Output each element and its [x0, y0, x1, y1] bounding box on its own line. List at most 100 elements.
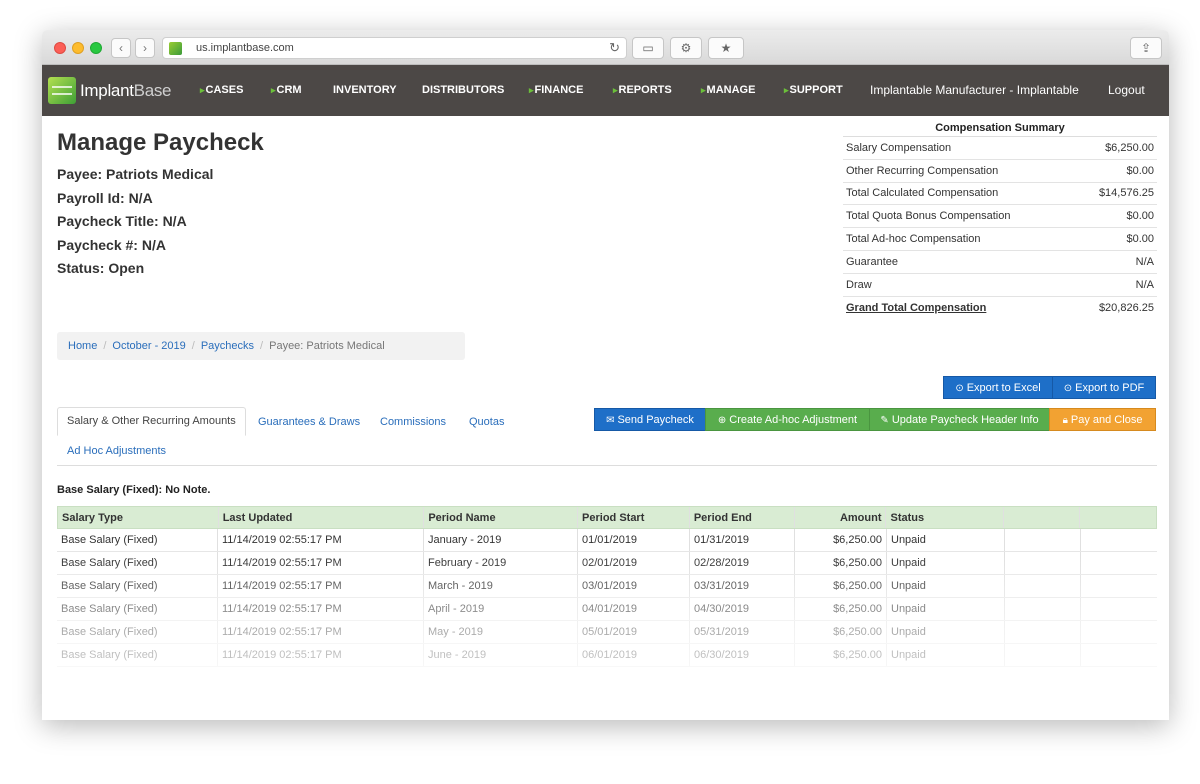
button-label: Update Paycheck Header Info	[891, 414, 1039, 426]
summary-label: Total Calculated Compensation	[846, 187, 999, 200]
column-header[interactable]: Salary Type	[58, 507, 219, 528]
table-cell: 03/01/2019	[578, 575, 690, 597]
nav-manage[interactable]: ▸MANAGE	[701, 84, 755, 96]
share-button[interactable]: ⇪	[1130, 37, 1162, 59]
pay-and-close-button[interactable]: 🔒︎ Pay and Close	[1049, 408, 1156, 431]
nav-cases[interactable]: ▸CASES	[200, 84, 243, 96]
column-header[interactable]: Status	[886, 507, 1005, 528]
tab-quotas[interactable]: Quotas	[469, 416, 504, 428]
column-header[interactable]: Period End	[690, 507, 795, 528]
table-cell: Base Salary (Fixed)	[57, 575, 218, 597]
column-header[interactable]: Period Start	[578, 507, 690, 528]
account-name[interactable]: Implantable Manufacturer - Implantable	[870, 83, 1079, 97]
nav-label: CASES	[205, 84, 244, 96]
table-row[interactable]: Base Salary (Fixed) 11/14/2019 02:55:17 P…	[57, 598, 1157, 621]
forward-button[interactable]: ›	[135, 38, 155, 58]
nav-label: REPORTS	[618, 84, 672, 96]
create-adhoc-button[interactable]: ⊕ Create Ad-hoc Adjustment	[705, 408, 870, 431]
summary-label: Other Recurring Compensation	[846, 164, 999, 177]
nav-reports[interactable]: ▸REPORTS	[613, 84, 672, 96]
lock-icon: 🔒︎	[1062, 415, 1068, 426]
nav-finance[interactable]: ▸FINANCE	[529, 84, 583, 96]
table-cell: $6,250.00	[795, 529, 887, 551]
tab-guarantees[interactable]: Guarantees & Draws	[258, 416, 360, 428]
logo-main: Implant	[80, 81, 134, 100]
table-row[interactable]: Base Salary (Fixed) 11/14/2019 02:55:17 P…	[57, 644, 1157, 667]
tab-commissions[interactable]: Commissions	[380, 416, 446, 428]
grand-total-label[interactable]: Grand Total Compensation	[846, 302, 986, 314]
extension-button[interactable]: ⚙	[670, 37, 702, 59]
column-header[interactable]: Last Updated	[219, 507, 425, 528]
close-window-button[interactable]	[54, 42, 66, 54]
implantbase-logo-icon[interactable]	[48, 77, 76, 104]
page-title: Manage Paycheck	[57, 129, 264, 156]
share-icon: ⇪	[1140, 41, 1152, 55]
table-row[interactable]: Base Salary (Fixed) 11/14/2019 02:55:17 P…	[57, 621, 1157, 644]
table-cell: $6,250.00	[795, 644, 887, 666]
nav-support[interactable]: ▸SUPPORT	[784, 84, 843, 96]
column-header[interactable]: Period Name	[424, 507, 579, 528]
table-cell: 11/14/2019 02:55:17 PM	[218, 552, 424, 574]
export-pdf-button[interactable]: ⊙ Export to PDF	[1052, 376, 1156, 399]
table-row[interactable]: Base Salary (Fixed) 11/14/2019 02:55:17 P…	[57, 552, 1157, 575]
nav-bullet-icon: ▸	[529, 85, 534, 95]
summary-row: Total Calculated Compensation $14,576.25	[843, 183, 1157, 206]
summary-label: Total Quota Bonus Compensation	[846, 210, 1011, 223]
summary-value: N/A	[1135, 255, 1154, 268]
nav-inventory[interactable]: INVENTORY	[333, 84, 397, 96]
address-bar[interactable]: us.implantbase.com ↻	[162, 37, 627, 59]
maximize-window-button[interactable]	[90, 42, 102, 54]
table-cell: 11/14/2019 02:55:17 PM	[218, 598, 424, 620]
breadcrumb-paychecks[interactable]: Paychecks	[201, 340, 254, 352]
table-cell: Base Salary (Fixed)	[57, 621, 218, 643]
table-cell: 06/30/2019	[690, 644, 795, 666]
summary-row: Salary Compensation $6,250.00	[843, 137, 1157, 160]
tab-divider	[57, 465, 1157, 466]
salary-table: Salary Type Last Updated Period Name Per…	[57, 506, 1157, 667]
site-favicon-icon	[169, 42, 182, 55]
summary-label: Draw	[846, 278, 872, 291]
tab-adhoc[interactable]: Ad Hoc Adjustments	[67, 445, 166, 457]
minimize-window-button[interactable]	[72, 42, 84, 54]
table-cell: Unpaid	[887, 598, 1005, 620]
table-cell: 03/31/2019	[690, 575, 795, 597]
update-header-button[interactable]: ✎ Update Paycheck Header Info	[869, 408, 1050, 431]
table-row[interactable]: Base Salary (Fixed) 11/14/2019 02:55:17 P…	[57, 529, 1157, 552]
export-excel-button[interactable]: ⊙ Export to Excel	[943, 376, 1053, 399]
summary-label: Total Ad-hoc Compensation	[846, 233, 981, 246]
logo-text[interactable]: ImplantBase	[80, 81, 172, 101]
table-cell: Base Salary (Fixed)	[57, 644, 218, 666]
logout-link[interactable]: Logout	[1108, 83, 1145, 97]
summary-value: $0.00	[1126, 233, 1154, 246]
reload-icon[interactable]: ↻	[609, 40, 620, 56]
summary-value: $0.00	[1126, 164, 1154, 177]
table-cell: 06/01/2019	[578, 644, 690, 666]
nav-crm[interactable]: ▸CRM	[271, 84, 302, 96]
button-label: Create Ad-hoc Adjustment	[729, 414, 858, 426]
browser-toolbar: ‹ › us.implantbase.com ↻ ▭ ⚙ ★ ⇪	[42, 30, 1169, 65]
nav-label: SUPPORT	[789, 84, 843, 96]
app-navbar: ImplantBase ▸CASES ▸CRM INVENTORY DISTRI…	[42, 65, 1169, 116]
breadcrumb-separator: /	[103, 340, 107, 352]
summary-value: $0.00	[1126, 210, 1154, 223]
tab-salary[interactable]: Salary & Other Recurring Amounts	[57, 407, 246, 436]
chevron-left-icon: ‹	[119, 41, 123, 55]
nav-distributors[interactable]: DISTRIBUTORS	[422, 84, 504, 96]
breadcrumb-period[interactable]: October - 2019	[112, 340, 185, 352]
column-header[interactable]: Amount	[795, 507, 887, 528]
table-cell: May - 2019	[424, 621, 578, 643]
nav-bullet-icon: ▸	[701, 85, 706, 95]
table-cell: Unpaid	[887, 575, 1005, 597]
breadcrumb-home[interactable]: Home	[68, 340, 97, 352]
back-button[interactable]: ‹	[111, 38, 131, 58]
table-row[interactable]: Base Salary (Fixed) 11/14/2019 02:55:17 P…	[57, 575, 1157, 598]
table-cell: 05/31/2019	[690, 621, 795, 643]
summary-row: Total Quota Bonus Compensation $0.00	[843, 205, 1157, 229]
paycheck-number-line: Paycheck #: N/A	[57, 237, 166, 253]
table-cell: 01/01/2019	[578, 529, 690, 551]
send-paycheck-button[interactable]: ✉ Send Paycheck	[594, 408, 706, 431]
summary-label: Salary Compensation	[846, 141, 952, 154]
sidebar-toggle-button[interactable]: ▭	[632, 37, 664, 59]
extension-button-2[interactable]: ★	[708, 37, 744, 59]
table-cell	[1081, 529, 1157, 551]
